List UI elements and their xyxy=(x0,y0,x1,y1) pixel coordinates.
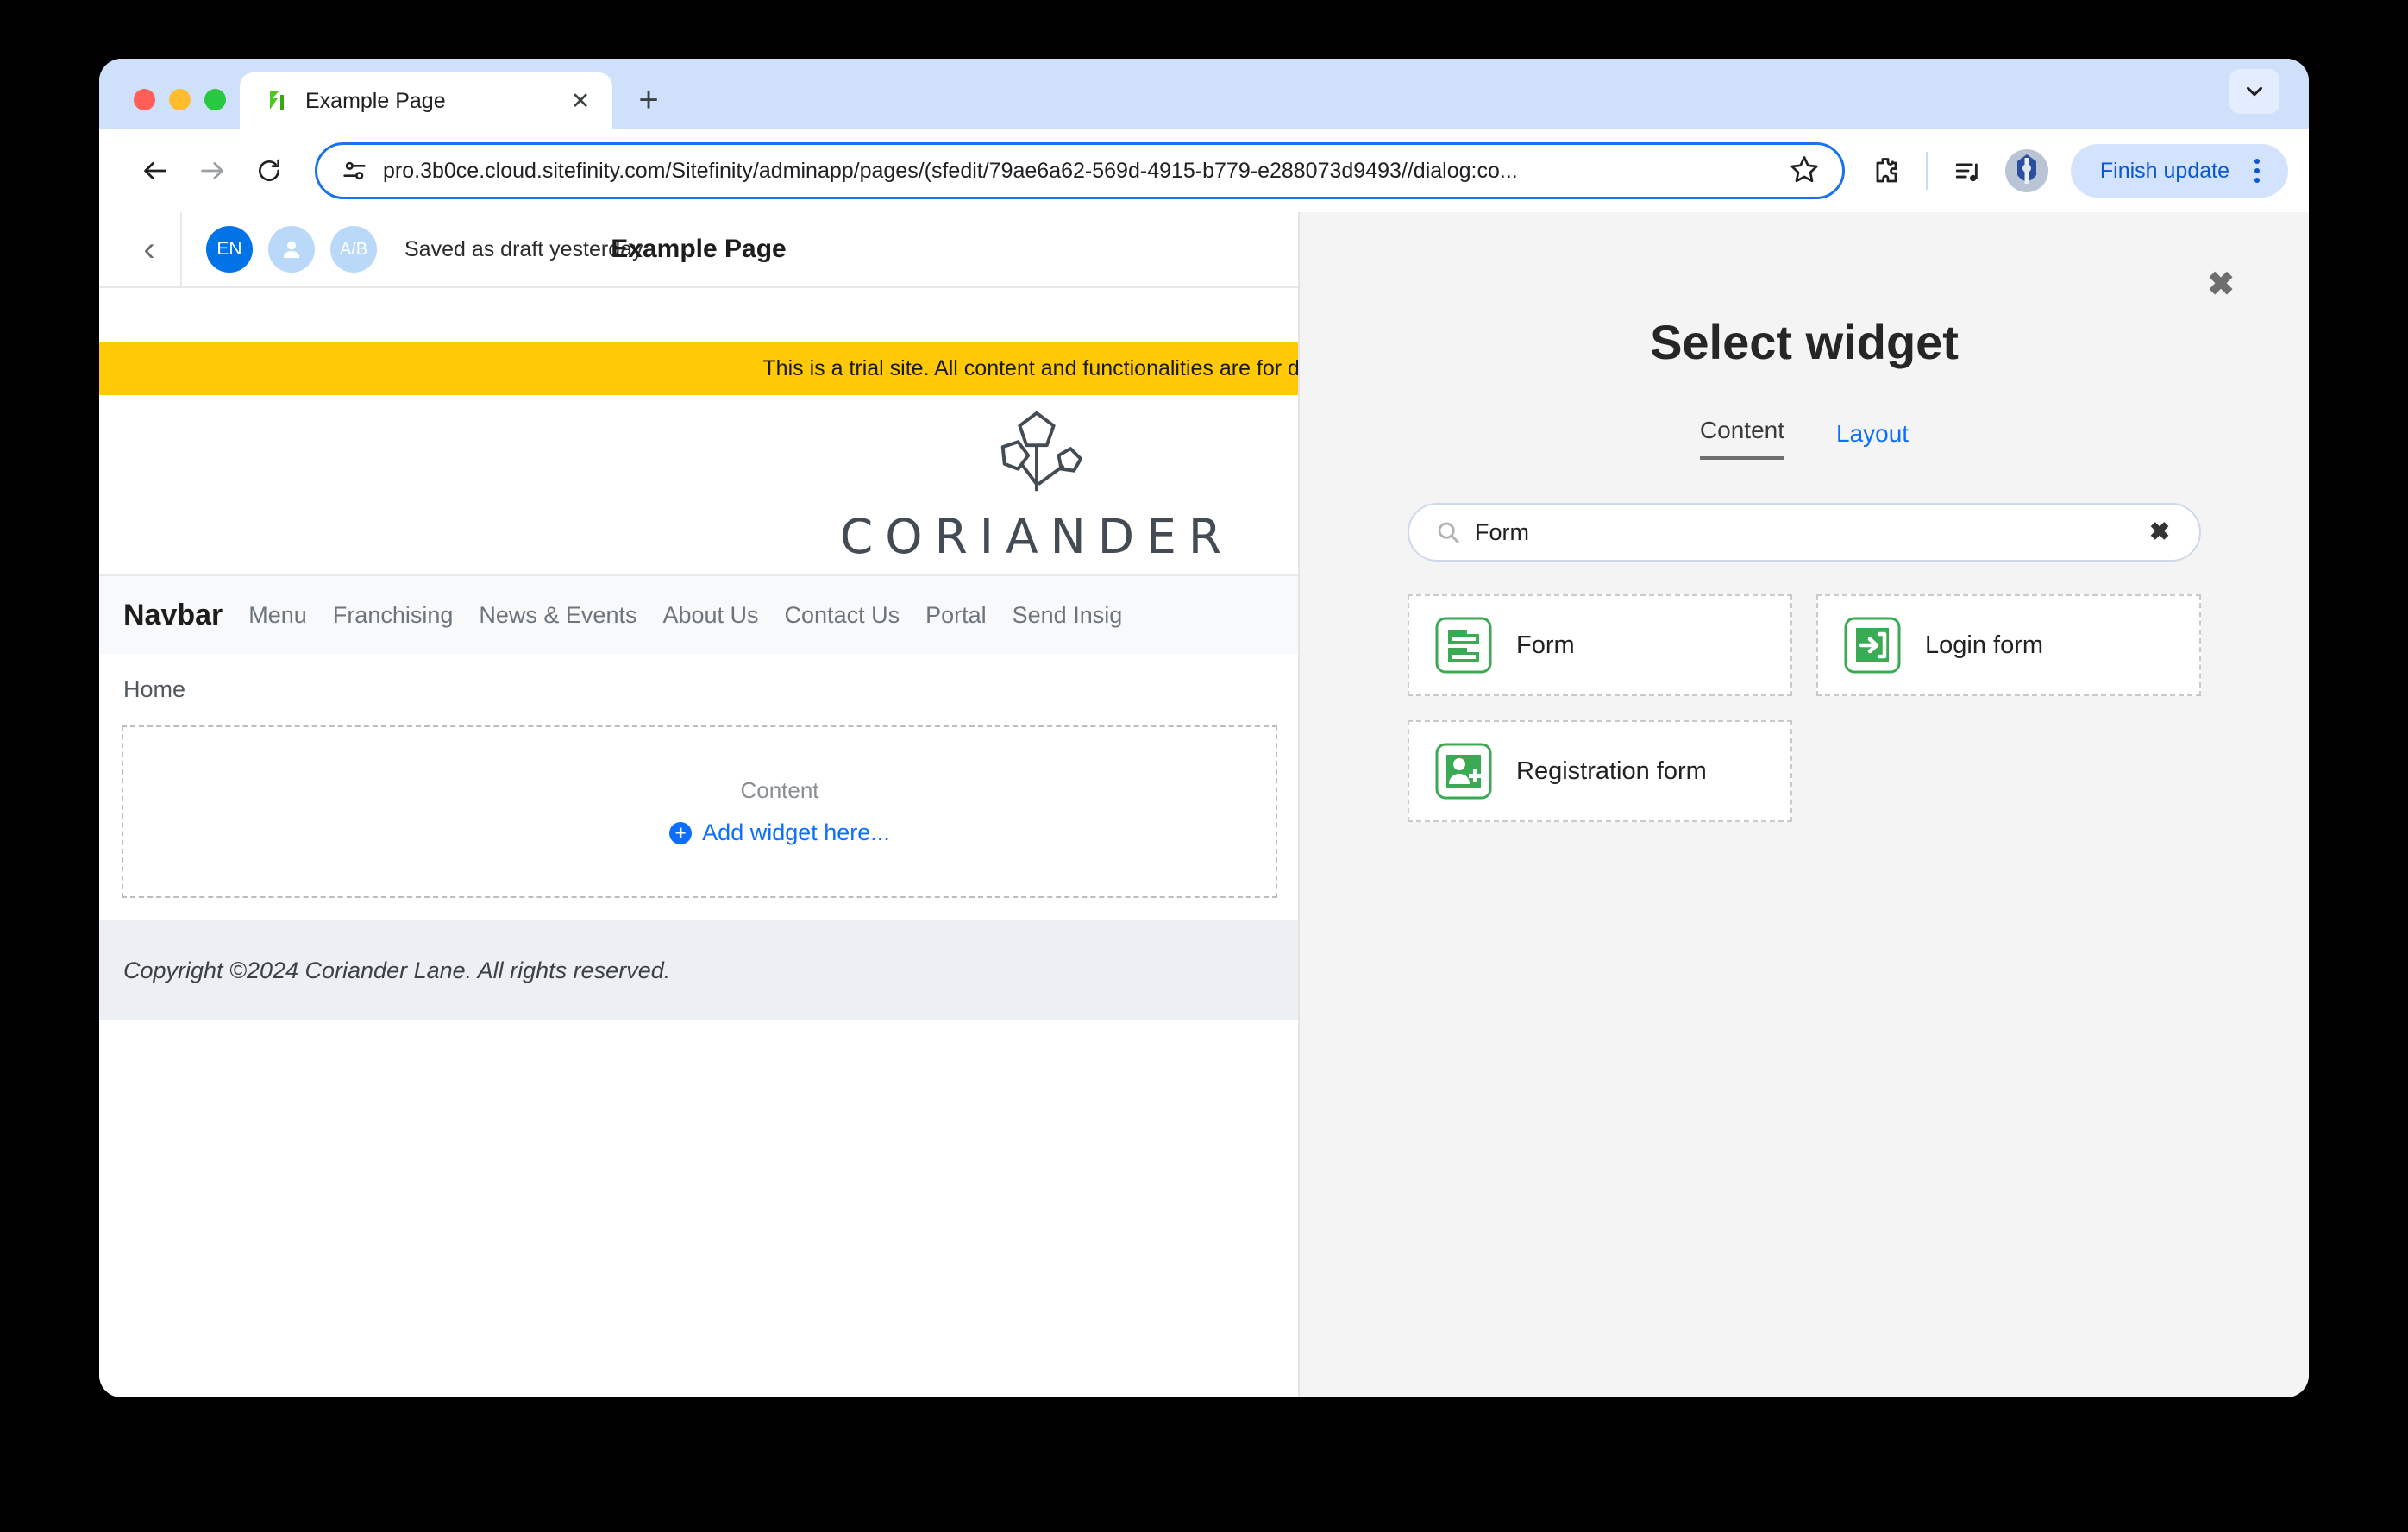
close-panel-button[interactable]: ✖ xyxy=(2200,264,2242,305)
browser-tab[interactable]: Example Page ✕ xyxy=(240,72,612,129)
browser-window: Example Page ✕ + xyxy=(99,59,2309,1397)
extensions-icon[interactable] xyxy=(1860,146,1910,196)
media-playlist-icon[interactable] xyxy=(1943,146,1993,196)
minimize-window-button[interactable] xyxy=(169,89,191,110)
widget-card-registration-form[interactable]: Registration form xyxy=(1408,720,1792,822)
coriander-flower-icon xyxy=(986,406,1088,504)
widget-card-label: Login form xyxy=(1925,631,2043,660)
nav-link-about-us[interactable]: About Us xyxy=(662,602,758,629)
site-navbar: Navbar Menu Franchising News & Events Ab… xyxy=(99,576,1298,654)
window-traffic-lights xyxy=(99,89,240,129)
desktop-background: Example Page ✕ + xyxy=(0,0,2408,1532)
header-badges: EN A/B xyxy=(182,226,377,273)
tab-layout[interactable]: Layout xyxy=(1836,420,1909,460)
tab-content[interactable]: Content xyxy=(1700,417,1784,460)
nav-link-send-insights[interactable]: Send Insig xyxy=(1013,602,1123,629)
finish-update-button[interactable]: Finish update xyxy=(2071,144,2288,198)
new-tab-button[interactable]: + xyxy=(624,76,673,124)
navbar-links: Menu Franchising News & Events About Us … xyxy=(248,602,1122,629)
navbar-brand[interactable]: Navbar xyxy=(123,599,223,632)
back-button[interactable] xyxy=(129,144,182,198)
trial-banner: This is a trial site. All content and fu… xyxy=(99,342,1298,395)
nav-link-menu[interactable]: Menu xyxy=(248,602,307,629)
save-status: Saved as draft yesterday xyxy=(404,237,643,262)
widget-search-box[interactable]: ✖ xyxy=(1408,503,2201,562)
sitefinity-logo-icon xyxy=(262,87,290,115)
dropzone-label: Content xyxy=(740,777,818,804)
tab-search-button[interactable] xyxy=(2229,69,2279,114)
site-settings-icon[interactable] xyxy=(340,156,369,185)
tab-title: Example Page xyxy=(305,89,566,114)
personalization-badge[interactable] xyxy=(268,226,315,273)
editor-header: ‹ EN A/B Saved as draft yesterday Exampl… xyxy=(99,212,1298,288)
widget-dropzone[interactable]: Content + Add widget here... xyxy=(122,725,1277,898)
widget-card-label: Form xyxy=(1516,631,1575,660)
trial-banner-text: This is a trial site. All content and fu… xyxy=(762,356,1298,381)
add-widget-here-button[interactable]: + Add widget here... xyxy=(669,819,890,846)
search-input[interactable] xyxy=(1475,519,2144,546)
panel-title: Select widget xyxy=(1300,212,2309,370)
browser-menu-button[interactable] xyxy=(2238,152,2276,190)
nav-link-news-events[interactable]: News & Events xyxy=(479,602,636,629)
select-widget-panel: ✖ Select widget Content Layout ✖ xyxy=(1298,212,2309,1397)
url-text: pro.3b0ce.cloud.sitefinity.com/Sitefinit… xyxy=(383,159,1777,184)
panel-tabs: Content Layout xyxy=(1300,417,2309,460)
language-badge[interactable]: EN xyxy=(206,226,253,273)
nav-link-franchising[interactable]: Franchising xyxy=(333,602,454,629)
ab-test-badge[interactable]: A/B xyxy=(330,226,377,273)
clear-search-button[interactable]: ✖ xyxy=(2144,517,2175,548)
widget-card-login-form[interactable]: Login form xyxy=(1816,594,2201,696)
login-form-icon xyxy=(1844,617,1901,674)
close-tab-button[interactable]: ✕ xyxy=(566,86,595,116)
editor-back-button[interactable]: ‹ xyxy=(118,230,180,269)
site-logo-text: CORIANDER xyxy=(840,509,1233,564)
search-icon xyxy=(1435,519,1461,545)
site-logo-area: CORIANDER xyxy=(99,395,1298,576)
address-bar[interactable]: pro.3b0ce.cloud.sitefinity.com/Sitefinit… xyxy=(315,142,1845,199)
browser-tab-strip: Example Page ✕ + xyxy=(99,59,2309,129)
bookmark-star-icon[interactable] xyxy=(1789,154,1823,188)
breadcrumb[interactable]: Home xyxy=(99,654,1298,720)
sitefinity-editor: ‹ EN A/B Saved as draft yesterday Exampl… xyxy=(99,212,1298,1397)
registration-form-icon xyxy=(1435,743,1492,800)
close-window-button[interactable] xyxy=(134,89,155,110)
site-footer: Copyright ©2024 Coriander Lane. All righ… xyxy=(99,920,1298,1020)
finish-update-label: Finish update xyxy=(2100,159,2229,184)
forward-button xyxy=(185,144,239,198)
site-preview: This is a trial site. All content and fu… xyxy=(99,342,1298,1020)
add-widget-here-label: Add widget here... xyxy=(702,819,890,846)
page-viewport: ‹ EN A/B Saved as draft yesterday Exampl… xyxy=(99,212,2309,1397)
form-icon xyxy=(1435,617,1492,674)
toolbar-divider xyxy=(1926,152,1928,190)
widget-results: Form Login form xyxy=(1408,594,2201,822)
widget-card-form[interactable]: Form xyxy=(1408,594,1792,696)
footer-copyright: Copyright ©2024 Coriander Lane. All righ… xyxy=(123,958,670,984)
browser-toolbar: pro.3b0ce.cloud.sitefinity.com/Sitefinit… xyxy=(99,129,2309,212)
reload-button[interactable] xyxy=(242,144,296,198)
widget-card-label: Registration form xyxy=(1516,757,1707,786)
nav-link-contact-us[interactable]: Contact Us xyxy=(785,602,900,629)
maximize-window-button[interactable] xyxy=(204,89,226,110)
nav-link-portal[interactable]: Portal xyxy=(925,602,987,629)
plus-icon: + xyxy=(669,822,692,844)
profile-avatar[interactable] xyxy=(2005,149,2048,192)
